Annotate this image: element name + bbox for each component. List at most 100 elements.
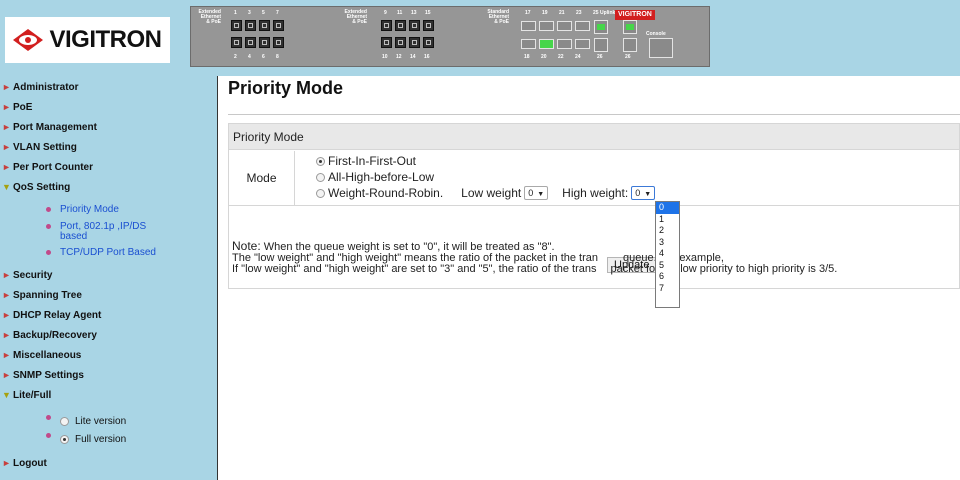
port-led xyxy=(539,39,554,49)
sidebar-item-qos-setting[interactable]: ▼ QoS Setting xyxy=(2,180,70,194)
dropdown-option[interactable]: 1 xyxy=(656,214,679,226)
sidebar-item-port-management[interactable]: ► Port Management xyxy=(2,120,97,134)
sidebar-item-spanning-tree[interactable]: ► Spanning Tree xyxy=(2,288,82,302)
arrow-right-icon: ► xyxy=(2,121,11,132)
port-number: 26 xyxy=(597,54,603,60)
port-number: 21 xyxy=(559,10,565,16)
panel-brand-logo: VIGITRON xyxy=(615,10,655,20)
mode-label: Mode xyxy=(229,151,295,205)
arrow-right-icon: ► xyxy=(2,457,11,468)
option-wrr[interactable]: Weight-Round-Robin. Low weight 0 ▼ High w… xyxy=(316,186,656,200)
bullet-icon xyxy=(46,433,51,438)
high-weight-label: High weight: xyxy=(562,186,629,200)
sidebar-item-per-port-counter[interactable]: ► Per Port Counter xyxy=(2,160,93,174)
port-number: 20 xyxy=(541,54,547,60)
high-weight-select[interactable]: 0 ▼ xyxy=(631,186,656,200)
uplink-port-led xyxy=(594,38,608,52)
dropdown-option[interactable]: 7 xyxy=(656,283,679,295)
port-number: 3 xyxy=(248,10,251,16)
sidebar-item-poe[interactable]: ► PoE xyxy=(2,100,32,114)
bullet-icon xyxy=(46,250,51,255)
sidebar-item-dhcp-relay[interactable]: ► DHCP Relay Agent xyxy=(2,308,101,322)
sidebar-sub-tcp-udp[interactable]: TCP/UDP Port Based xyxy=(46,248,156,258)
port-number: 2 xyxy=(234,54,237,60)
uplink-port-led xyxy=(623,38,637,52)
port-number: 15 xyxy=(425,10,431,16)
port-led xyxy=(395,20,406,31)
uplink-port-led xyxy=(623,20,637,34)
port-led xyxy=(521,21,536,31)
lite-version-radio[interactable] xyxy=(60,417,69,426)
port-led xyxy=(539,21,554,31)
port-number: 19 xyxy=(542,10,548,16)
low-weight-select[interactable]: 0 ▼ xyxy=(524,186,549,200)
port-led xyxy=(245,37,256,48)
option-all-high[interactable]: All-High-before-Low xyxy=(316,170,434,184)
port-number: 4 xyxy=(248,54,251,60)
port-number: 5 xyxy=(262,10,265,16)
caret-down-icon: ▼ xyxy=(537,191,545,198)
port-led xyxy=(521,39,536,49)
full-version-option[interactable]: Full version xyxy=(46,433,126,445)
port-number: 13 xyxy=(411,10,417,16)
full-version-radio[interactable] xyxy=(60,435,69,444)
dropdown-option[interactable]: 0 xyxy=(656,202,679,214)
port-number: 12 xyxy=(396,54,402,60)
dropdown-option[interactable]: 6 xyxy=(656,271,679,283)
arrow-right-icon: ► xyxy=(2,349,11,360)
port-led xyxy=(231,20,242,31)
logo-text: VIGITRON xyxy=(49,26,162,53)
sidebar-item-backup-recovery[interactable]: ► Backup/Recovery xyxy=(2,328,97,342)
dropdown-option[interactable]: 5 xyxy=(656,260,679,272)
arrow-right-icon: ► xyxy=(2,81,11,92)
port-number: 1 xyxy=(234,10,237,16)
wrr-radio[interactable] xyxy=(316,188,325,198)
sidebar-item-vlan-setting[interactable]: ► VLAN Setting xyxy=(2,140,77,154)
option-fifo[interactable]: First-In-First-Out xyxy=(316,154,416,168)
port-number: 22 xyxy=(558,54,564,60)
all-high-radio[interactable] xyxy=(316,172,325,182)
arrow-down-icon: ▼ xyxy=(2,181,11,192)
port-led xyxy=(259,20,270,31)
high-weight-dropdown-list[interactable]: 0 1 2 3 4 5 6 7 xyxy=(655,201,680,308)
port-number: 10 xyxy=(382,54,388,60)
port-led xyxy=(259,37,270,48)
dropdown-option[interactable]: 3 xyxy=(656,237,679,249)
port-number: 6 xyxy=(262,54,265,60)
port-led xyxy=(273,37,284,48)
sidebar-item-snmp-settings[interactable]: ► SNMP Settings xyxy=(2,368,84,382)
sidebar-item-lite-full[interactable]: ▼ Lite/Full xyxy=(2,388,51,402)
arrow-right-icon: ► xyxy=(2,141,11,152)
port-led xyxy=(273,20,284,31)
dropdown-option[interactable]: 2 xyxy=(656,225,679,237)
group1-label: Extended Ethernet & PoE xyxy=(198,9,221,25)
port-led xyxy=(557,21,572,31)
bullet-icon xyxy=(46,207,51,212)
sidebar-sub-port-8021p[interactable]: Port, 802.1p ,IP/DS based xyxy=(46,222,146,242)
fifo-radio[interactable] xyxy=(316,156,325,166)
port-led xyxy=(423,37,434,48)
sidebar-sub-priority-mode[interactable]: Priority Mode xyxy=(46,205,119,215)
title-divider xyxy=(228,114,960,115)
sidebar-item-security[interactable]: ► Security xyxy=(2,268,52,282)
sidebar-item-administrator[interactable]: ► Administrator xyxy=(2,80,79,94)
switch-front-panel: Extended Ethernet & PoE 1 3 5 7 2 4 6 8 Ex… xyxy=(190,6,710,67)
page-title: Priority Mode xyxy=(228,78,344,98)
sidebar-item-miscellaneous[interactable]: ► Miscellaneous xyxy=(2,348,81,362)
port-number: 7 xyxy=(276,10,279,16)
dropdown-option[interactable]: 4 xyxy=(656,248,679,260)
port-led xyxy=(409,20,420,31)
port-led xyxy=(575,39,590,49)
uplink-label: Uplink xyxy=(600,10,616,16)
port-number: 16 xyxy=(424,54,430,60)
port-number: 17 xyxy=(525,10,531,16)
port-led xyxy=(423,20,434,31)
port-led xyxy=(575,21,590,31)
port-number: 11 xyxy=(397,10,403,16)
group2-label: Extended Ethernet & PoE xyxy=(344,9,367,25)
port-led xyxy=(381,20,392,31)
port-number: 8 xyxy=(276,54,279,60)
lite-version-option[interactable]: Lite version xyxy=(46,415,126,427)
sidebar-item-logout[interactable]: ► Logout xyxy=(2,456,47,470)
arrow-right-icon: ► xyxy=(2,309,11,320)
